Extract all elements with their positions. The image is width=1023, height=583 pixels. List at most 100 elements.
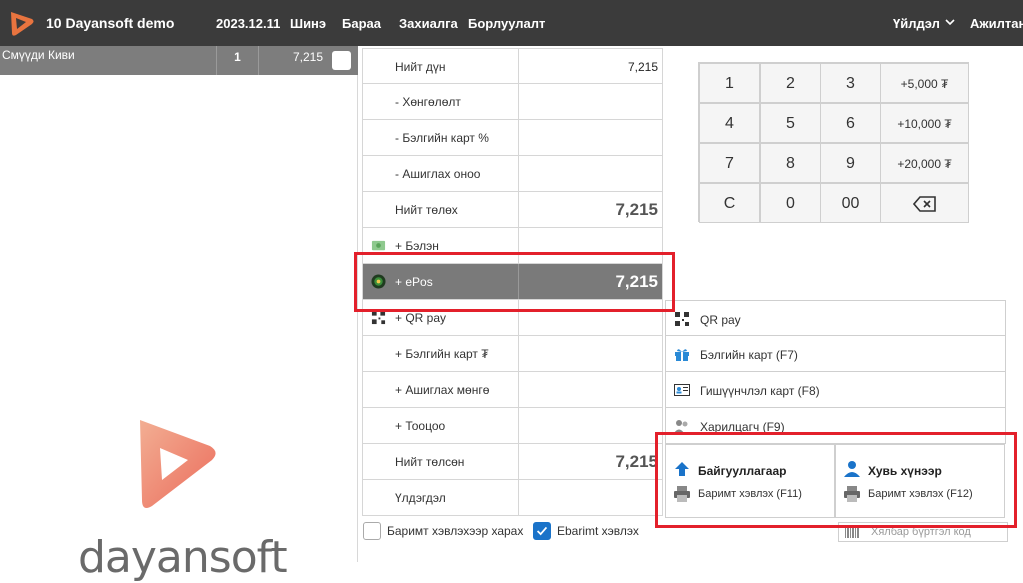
summary-row-total: Нийт дүн 7,215: [362, 48, 663, 84]
summary-label: - Ашиглах оноо: [395, 167, 481, 181]
method-membership-card[interactable]: Гишүүнчлэл карт (F8): [665, 372, 1006, 408]
summary-value: 7,215: [518, 192, 664, 227]
key-backspace[interactable]: [880, 183, 969, 223]
method-label: Бэлгийн карт (F7): [700, 348, 798, 362]
easy-registration-code-placeholder: Хялбар бүртгэл код: [871, 526, 971, 538]
app-title[interactable]: 10 Dayansoft demo: [46, 15, 174, 31]
receipt-organization-title: Байгууллагаар: [698, 464, 787, 478]
method-label: Гишүүнчлэл карт (F8): [700, 384, 820, 398]
order-item-checkbox[interactable]: [332, 51, 351, 70]
summary-row-cash[interactable]: + Бэлэн: [362, 228, 663, 264]
summary-label: Нийт төлсөн: [395, 455, 465, 469]
key-6[interactable]: 6: [820, 103, 881, 143]
summary-label: + Ашиглах мөнгө: [395, 383, 490, 397]
easy-registration-code-input[interactable]: Хялбар бүртгэл код: [838, 522, 1008, 542]
date-label: 2023.12.11: [216, 16, 281, 31]
summary-label: Үлдэгдэл: [395, 491, 446, 505]
summary-row-use-money[interactable]: + Ашиглах мөнгө: [362, 372, 663, 408]
method-qrpay[interactable]: QR pay: [665, 300, 1006, 336]
key-3[interactable]: 3: [820, 63, 881, 103]
summary-row-giftcard-percent[interactable]: - Бэлгийн карт %: [362, 120, 663, 156]
summary-label: Нийт дүн: [395, 60, 446, 74]
menu-sales[interactable]: Борлуулалт: [468, 16, 545, 31]
key-00[interactable]: 00: [820, 183, 881, 223]
key-2[interactable]: 2: [760, 63, 821, 103]
summary-label: + Бэлгийн карт ₮: [395, 347, 489, 361]
users-icon: [674, 420, 688, 433]
dayansoft-brand-logo-icon: [140, 420, 216, 508]
ebarimt-checkbox[interactable]: [533, 522, 551, 540]
summary-value[interactable]: [518, 408, 664, 443]
order-item-qty[interactable]: 1: [216, 46, 258, 75]
dayansoft-logo-icon[interactable]: [8, 9, 36, 37]
key-0[interactable]: 0: [760, 183, 821, 223]
printer-icon: [674, 486, 690, 502]
summary-label: + QR pay: [395, 311, 447, 325]
arrow-up-icon: [675, 462, 689, 476]
summary-label: Нийт төлөх: [395, 203, 458, 217]
summary-row-discount[interactable]: - Хөнгөлөлт: [362, 84, 663, 120]
summary-value: [518, 156, 664, 191]
summary-row-qrpay[interactable]: + QR pay: [362, 300, 663, 336]
key-1[interactable]: 1: [699, 63, 760, 103]
summary-row-epos[interactable]: + ePos 7,215: [362, 264, 663, 300]
summary-value[interactable]: [518, 336, 664, 371]
menu-new[interactable]: Шинэ: [290, 16, 326, 31]
receipt-individual-title: Хувь хүнээр: [868, 464, 942, 478]
printer-icon: [844, 486, 860, 502]
receipt-organization-print-label: Баримт хэвлэх (F11): [698, 488, 802, 500]
key-8[interactable]: 8: [760, 143, 821, 183]
backspace-icon: [912, 196, 936, 212]
summary-value: [518, 480, 664, 515]
key-plus-10000[interactable]: +10,000 ₮: [880, 103, 969, 143]
method-customer[interactable]: Харилцагч (F9): [665, 408, 1006, 444]
order-item-price: 7,215: [258, 46, 327, 75]
view-receipt-option[interactable]: Баримт хэвлэхээр харах: [363, 522, 533, 542]
summary-row-use-points[interactable]: - Ашиглах оноо: [362, 156, 663, 192]
summary-value[interactable]: [518, 228, 664, 263]
number-keypad: 1 2 3 +5,000 ₮ 4 5 6 +10,000 ₮ 7 8 9 +20…: [698, 62, 969, 223]
view-receipt-checkbox[interactable]: [363, 522, 381, 540]
receipt-individual-button[interactable]: Хувь хүнээр Баримт хэвлэх (F12): [835, 444, 1005, 518]
menu-orders[interactable]: Захиалга: [399, 16, 458, 31]
method-giftcard[interactable]: Бэлгийн карт (F7): [665, 336, 1006, 372]
summary-row-settlement[interactable]: + Тооцоо: [362, 408, 663, 444]
cash-icon: [371, 240, 386, 251]
summary-value: [518, 120, 664, 155]
check-icon: [536, 526, 548, 536]
key-9[interactable]: 9: [820, 143, 881, 183]
summary-row-balance: Үлдэгдэл: [362, 480, 663, 516]
key-plus-5000[interactable]: +5,000 ₮: [880, 63, 969, 103]
summary-value: 7,215: [518, 444, 664, 479]
ebarimt-label: Ebarimt хэвлэх: [557, 524, 639, 538]
ebarimt-option[interactable]: Ebarimt хэвлэх: [533, 522, 653, 542]
summary-value: [518, 84, 664, 119]
summary-row-total-paid: Нийт төлсөн 7,215: [362, 444, 663, 480]
key-7[interactable]: 7: [699, 143, 760, 183]
summary-label: - Хөнгөлөлт: [395, 95, 461, 109]
summary-value[interactable]: [518, 300, 664, 335]
summary-value[interactable]: [518, 372, 664, 407]
menu-user[interactable]: Ажилтан: [970, 16, 1023, 31]
menu-operation[interactable]: Үйлдэл: [893, 16, 940, 31]
receipt-organization-button[interactable]: Байгууллагаар Баримт хэвлэх (F11): [665, 444, 835, 518]
summary-label: + Тооцоо: [395, 419, 446, 433]
qr-code-icon: [675, 312, 689, 326]
summary-row-total-payable: Нийт төлөх 7,215: [362, 192, 663, 228]
order-item-row[interactable]: Смүүди Киви 1 7,215: [0, 46, 358, 75]
summary-value[interactable]: 7,215: [518, 264, 664, 299]
summary-row-giftcard[interactable]: + Бэлгийн карт ₮: [362, 336, 663, 372]
menu-products[interactable]: Бараа: [342, 16, 381, 31]
summary-label: - Бэлгийн карт %: [395, 131, 489, 145]
summary-label: + Бэлэн: [395, 239, 439, 253]
epos-icon: [371, 274, 386, 289]
chevron-down-icon[interactable]: [945, 17, 955, 27]
order-list-panel: Смүүди Киви 1 7,215 dayansoft: [0, 46, 358, 583]
key-plus-20000[interactable]: +20,000 ₮: [880, 143, 969, 183]
key-clear[interactable]: C: [699, 183, 760, 223]
key-5[interactable]: 5: [760, 103, 821, 143]
summary-value: 7,215: [518, 49, 664, 84]
key-4[interactable]: 4: [699, 103, 760, 143]
user-icon: [844, 461, 860, 477]
barcode-icon: [845, 527, 859, 538]
